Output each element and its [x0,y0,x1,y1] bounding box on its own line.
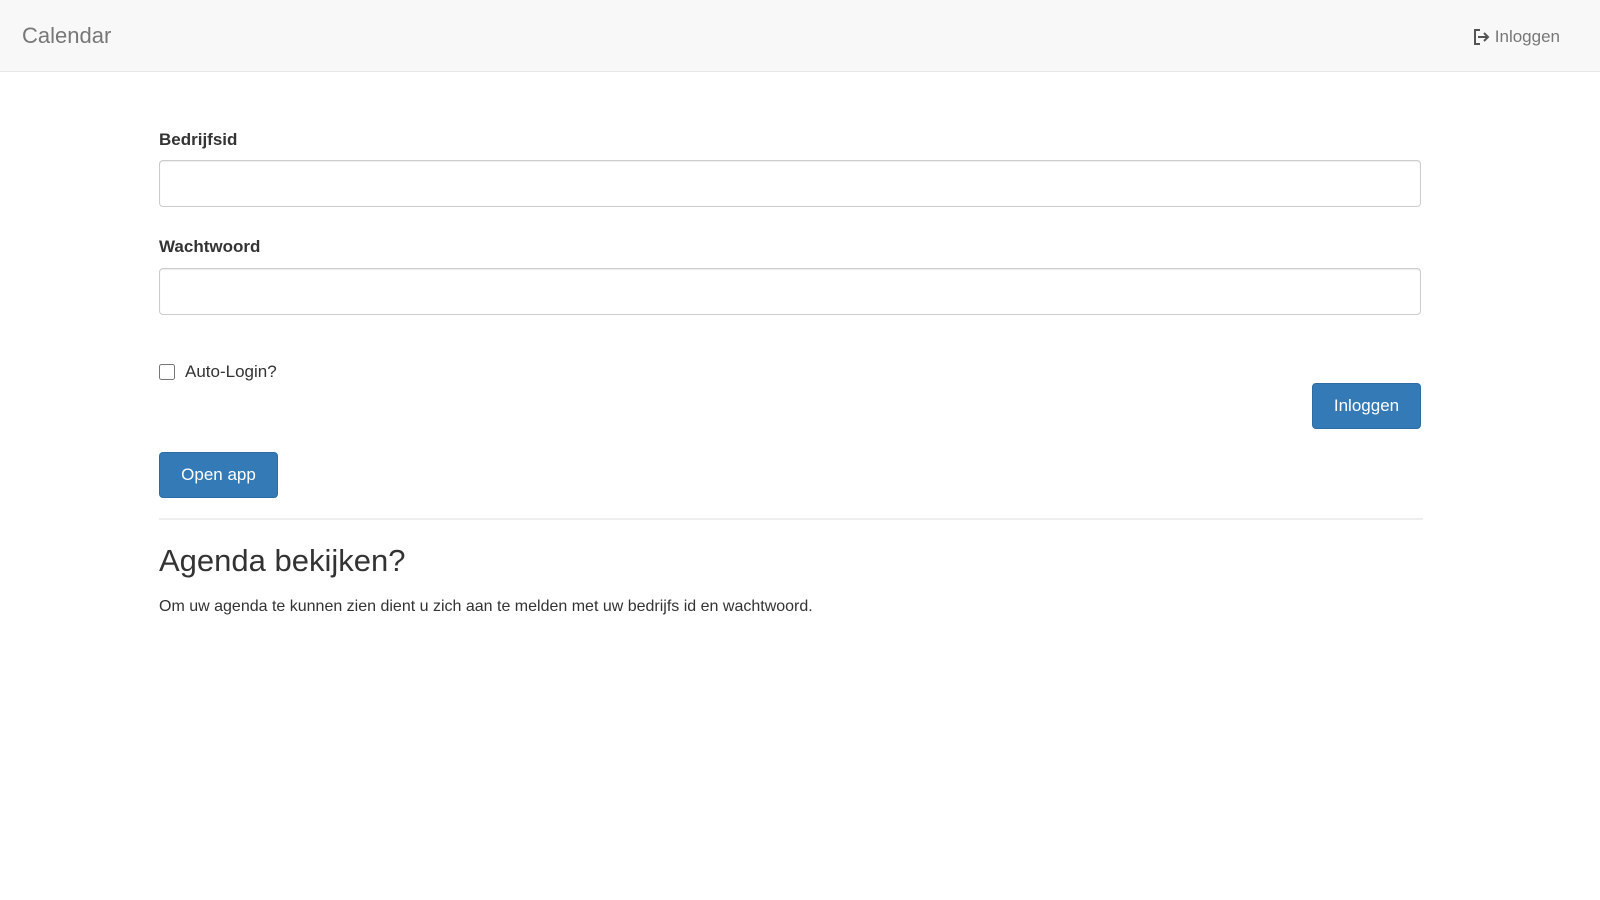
company-id-input[interactable] [159,160,1421,207]
top-navbar: Calendar Inloggen [0,0,1600,72]
divider [159,518,1423,520]
nav-login-label: Inloggen [1494,27,1560,46]
sign-in-icon [1473,29,1491,45]
login-button[interactable]: Inloggen [1312,383,1421,429]
auto-login-label: Auto-Login? [185,362,277,381]
password-input[interactable] [159,268,1421,315]
auto-login-row[interactable]: Auto-Login? [159,361,277,383]
open-app-button[interactable]: Open app [159,452,278,498]
brand-link[interactable]: Calendar [22,22,111,50]
section-title: Agenda bekijken? [159,543,406,578]
section-description: Om uw agenda te kunnen zien dient u zich… [159,598,813,615]
company-id-label: Bedrijfsid [159,130,238,149]
nav-login-link[interactable]: Inloggen [1473,26,1560,48]
password-label: Wachtwoord [159,237,261,256]
auto-login-checkbox[interactable] [159,364,175,380]
